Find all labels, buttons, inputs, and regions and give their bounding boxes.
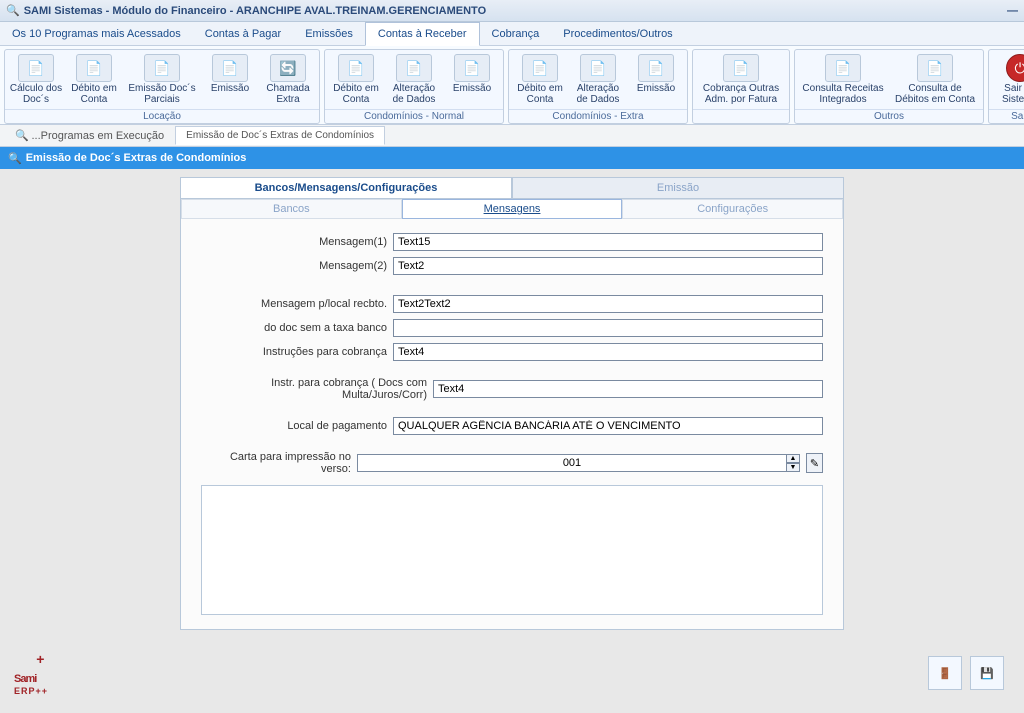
magnify-icon: 🔍 bbox=[8, 152, 22, 165]
ribbon-caption-cond-extra: Condomínios - Extra bbox=[509, 109, 687, 123]
corner-buttons: 🚪 💾 bbox=[928, 656, 1004, 690]
doc-icon: 📄 bbox=[723, 54, 759, 82]
label-mensagem1: Mensagem(1) bbox=[201, 236, 387, 248]
label-instr-multa: Instr. para cobrança ( Docs com Multa/Ju… bbox=[201, 377, 427, 401]
rb-emissao-cn[interactable]: 📄Emissão bbox=[443, 52, 501, 107]
rb-alt-dados-cn[interactable]: 📄Alteração de Dados bbox=[385, 52, 443, 107]
menu-procedimentos[interactable]: Procedimentos/Outros bbox=[551, 22, 684, 45]
ribbon-group-cobranca-outras: 📄Cobrança Outras Adm. por Fatura bbox=[692, 49, 790, 124]
rb-emissao-ce[interactable]: 📄Emissão bbox=[627, 52, 685, 107]
app-icon: 🔍 bbox=[6, 4, 20, 17]
maintab-bancos-msg-config[interactable]: Bancos/Mensagens/Configurações bbox=[180, 177, 512, 199]
refresh-icon: 🔄 bbox=[270, 54, 306, 82]
subtab-bancos[interactable]: Bancos bbox=[181, 199, 402, 219]
window-title: SAMI Sistemas - Módulo do Financeiro - A… bbox=[24, 5, 486, 17]
rb-chamada-extra[interactable]: 🔄Chamada Extra bbox=[259, 52, 317, 107]
doc-icon: 📄 bbox=[144, 54, 180, 82]
input-local-pag[interactable] bbox=[393, 417, 823, 435]
input-mensagem2[interactable] bbox=[393, 257, 823, 275]
rb-emissao-parciais[interactable]: 📄Emissão Doc´s Parciais bbox=[123, 52, 201, 107]
ribbon-group-outros: 📄Consulta Receitas Integrados 📄Consulta … bbox=[794, 49, 984, 124]
section-header: 🔍 Emissão de Doc´s Extras de Condomínios bbox=[0, 147, 1024, 169]
subtab-mensagens[interactable]: Mensagens bbox=[402, 199, 623, 219]
doc-icon: 📄 bbox=[825, 54, 861, 82]
input-instr-cobranca[interactable] bbox=[393, 343, 823, 361]
menu-emissoes[interactable]: Emissões bbox=[293, 22, 365, 45]
doc-icon: 📄 bbox=[454, 54, 490, 82]
ribbon-caption-outros: Outros bbox=[795, 109, 983, 123]
input-mensagem1[interactable] bbox=[393, 233, 823, 251]
label-carta: Carta para impressão no verso: bbox=[201, 451, 351, 475]
doc-icon: 📄 bbox=[917, 54, 953, 82]
ribbon-caption-locacao: Locação bbox=[5, 109, 319, 123]
doc-icon: 📄 bbox=[212, 54, 248, 82]
doc-icon: 📄 bbox=[338, 54, 374, 82]
rb-debito-conta-loc[interactable]: 📄Débito em Conta bbox=[65, 52, 123, 107]
exit-button[interactable]: 🚪 bbox=[928, 656, 962, 690]
menu-contas-pagar[interactable]: Contas à Pagar bbox=[193, 22, 293, 45]
label-local-pag: Local de pagamento bbox=[201, 420, 387, 432]
doc-icon: 📄 bbox=[396, 54, 432, 82]
pencil-icon: ✎ bbox=[810, 457, 819, 470]
power-icon: ⏻ bbox=[1006, 54, 1024, 82]
menu-cobranca[interactable]: Cobrança bbox=[480, 22, 552, 45]
input-msg-local[interactable] bbox=[393, 295, 823, 313]
minimize-button[interactable]: — bbox=[1007, 5, 1018, 17]
ribbon-group-locacao: 📄Cálculo dos Doc´s 📄Débito em Conta 📄Emi… bbox=[4, 49, 320, 124]
floppy-icon: 💾 bbox=[980, 667, 994, 680]
rb-sair[interactable]: ⏻Sair do Sistema bbox=[991, 52, 1024, 107]
document-tabs: 🔍 ...Programas em Execução Emissão de Do… bbox=[0, 125, 1024, 147]
ribbon-group-sair: ⏻Sair do Sistema Sair bbox=[988, 49, 1024, 124]
work-area: Bancos/Mensagens/Configurações Emissão B… bbox=[0, 169, 1024, 704]
save-button[interactable]: 💾 bbox=[970, 656, 1004, 690]
main-tabs: Bancos/Mensagens/Configurações Emissão bbox=[180, 177, 844, 199]
preview-area bbox=[201, 485, 823, 615]
door-icon: 🚪 bbox=[938, 667, 952, 680]
ribbon-group-cond-extra: 📄Débito em Conta 📄Alteração de Dados 📄Em… bbox=[508, 49, 688, 124]
menu-os10[interactable]: Os 10 Programas mais Acessados bbox=[0, 22, 193, 45]
label-msg-local: Mensagem p/local recbto. bbox=[201, 298, 387, 310]
label-mensagem2: Mensagem(2) bbox=[201, 260, 387, 272]
doc-icon: 📄 bbox=[76, 54, 112, 82]
brand-logo: Sami+ ERP++ bbox=[14, 645, 48, 696]
doc-icon: 📄 bbox=[522, 54, 558, 82]
ribbon-caption-sair: Sair bbox=[989, 109, 1024, 123]
rb-emissao-loc[interactable]: 📄Emissão bbox=[201, 52, 259, 107]
menu-contas-receber[interactable]: Contas à Receber bbox=[365, 22, 480, 46]
rb-consulta-receitas[interactable]: 📄Consulta Receitas Integrados bbox=[797, 52, 889, 107]
label-instr-cobranca: Instruções para cobrança bbox=[201, 346, 387, 358]
form-pane: Mensagem(1) Mensagem(2) Mensagem p/local… bbox=[180, 219, 844, 630]
section-title: Emissão de Doc´s Extras de Condomínios bbox=[26, 152, 247, 164]
spinner-carta: ▲ ▼ bbox=[357, 454, 800, 472]
rb-cobranca-outras[interactable]: 📄Cobrança Outras Adm. por Fatura bbox=[695, 52, 787, 107]
ribbon-caption-cond-normal: Condomínios - Normal bbox=[325, 109, 503, 123]
rb-debito-conta-ce[interactable]: 📄Débito em Conta bbox=[511, 52, 569, 107]
carta-down-button[interactable]: ▼ bbox=[786, 463, 800, 472]
ribbon: 📄Cálculo dos Doc´s 📄Débito em Conta 📄Emi… bbox=[0, 46, 1024, 125]
doc-icon: 📄 bbox=[18, 54, 54, 82]
maintab-emissao[interactable]: Emissão bbox=[512, 177, 844, 199]
doctab-programas-execucao[interactable]: 🔍 ...Programas em Execução bbox=[4, 125, 175, 146]
input-sem-taxa[interactable] bbox=[393, 319, 823, 337]
doc-icon: 📄 bbox=[638, 54, 674, 82]
input-instr-multa[interactable] bbox=[433, 380, 823, 398]
doc-icon: 📄 bbox=[580, 54, 616, 82]
ribbon-group-cond-normal: 📄Débito em Conta 📄Alteração de Dados 📄Em… bbox=[324, 49, 504, 124]
edit-carta-button[interactable]: ✎ bbox=[806, 453, 823, 473]
rb-consulta-debitos[interactable]: 📄Consulta de Débitos em Conta bbox=[889, 52, 981, 107]
rb-debito-conta-cn[interactable]: 📄Débito em Conta bbox=[327, 52, 385, 107]
menubar: Os 10 Programas mais Acessados Contas à … bbox=[0, 22, 1024, 46]
sub-tabs: Bancos Mensagens Configurações bbox=[180, 199, 844, 219]
subtab-config[interactable]: Configurações bbox=[622, 199, 843, 219]
rb-calculo-docs[interactable]: 📄Cálculo dos Doc´s bbox=[7, 52, 65, 107]
label-sem-taxa: do doc sem a taxa banco bbox=[201, 322, 387, 334]
rb-alt-dados-ce[interactable]: 📄Alteração de Dados bbox=[569, 52, 627, 107]
doctab-emissao-extras[interactable]: Emissão de Doc´s Extras de Condomínios bbox=[175, 126, 385, 145]
carta-up-button[interactable]: ▲ bbox=[786, 454, 800, 463]
window-titlebar: 🔍 SAMI Sistemas - Módulo do Financeiro -… bbox=[0, 0, 1024, 22]
input-carta[interactable] bbox=[357, 454, 787, 472]
